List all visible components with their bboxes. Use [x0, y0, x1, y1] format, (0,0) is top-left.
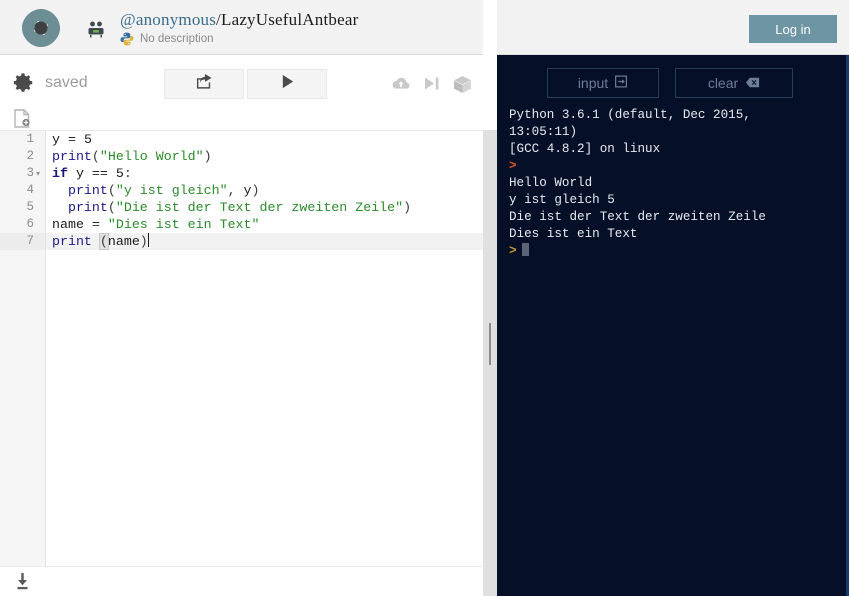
people-icon [86, 20, 106, 38]
console-prompt-symbol: > [509, 244, 517, 258]
share-button[interactable] [164, 69, 244, 99]
gutter-row: 4 [0, 182, 45, 199]
package-cube-icon[interactable] [453, 75, 472, 94]
step-next-icon[interactable] [423, 75, 441, 92]
line-number: 3 [26, 166, 34, 180]
line-number: 1 [26, 132, 34, 146]
code-line[interactable]: print (name) [46, 233, 483, 250]
code-line-text: name = "Dies ist ein Text" [52, 217, 260, 232]
line-number: 5 [26, 200, 34, 214]
code-line-text: if y == 5: [52, 166, 132, 181]
console-input-button[interactable]: input [547, 68, 659, 98]
console-line: y ist gleich 5 [509, 193, 615, 207]
fold-toggle-icon[interactable]: ▾ [36, 165, 44, 182]
code-editor-pane[interactable]: 1 2 3 ▾ 4 5 6 7 y = 5 print("Hello World") if y =… [0, 130, 483, 567]
resize-grip [489, 323, 491, 365]
splitter-top-filler [483, 0, 497, 130]
console-prompt-symbol: > [509, 159, 517, 173]
code-line-text: print("Die ist der Text der zweiten Zeil… [67, 200, 412, 215]
line-number: 7 [26, 234, 34, 248]
code-line-text: print("Hello World") [52, 149, 212, 164]
line-number: 2 [26, 149, 34, 163]
line-number: 6 [26, 217, 34, 231]
share-export-icon [195, 73, 214, 95]
console-input-label: input [577, 75, 609, 91]
run-button[interactable] [247, 69, 327, 99]
console-line: Python 3.6.1 (default, Dec 2015, [509, 108, 751, 122]
console-line: Dies ist ein Text [509, 227, 638, 241]
line-number: 4 [26, 183, 34, 197]
console-cursor [521, 243, 529, 256]
play-run-icon [280, 73, 295, 95]
pane-resize-handle[interactable] [483, 130, 497, 596]
console-line: 13:05:11) [509, 125, 578, 139]
gutter-row: 2 [0, 148, 45, 165]
gutter-row: 7 [0, 233, 45, 250]
project-description: No description [140, 33, 214, 45]
download-icon[interactable] [14, 572, 31, 590]
add-file-icon[interactable] [14, 109, 31, 128]
code-line[interactable]: print("Die ist der Text der zweiten Zeil… [46, 199, 483, 216]
code-line[interactable]: if y == 5: [46, 165, 483, 182]
project-description-row: No description [120, 32, 214, 46]
code-text-area[interactable]: y = 5 print("Hello World") if y == 5: prin… [46, 131, 483, 567]
python-icon [120, 32, 134, 46]
code-line-text: y = 5 [52, 132, 92, 147]
editor-footer [0, 566, 483, 596]
trinket-python-ide: @anonymous/LazyUsefulAntbear No descript… [0, 0, 849, 596]
project-breadcrumb: @anonymous/LazyUsefulAntbear [120, 10, 358, 30]
project-name[interactable]: LazyUsefulAntbear [221, 10, 358, 29]
console-output-pane[interactable]: input clear Python 3.6.1 (default, Dec 2… [497, 55, 849, 596]
console-line: Hello World [509, 176, 593, 190]
gutter-row: 6 [0, 216, 45, 233]
cloud-upload-icon[interactable] [391, 75, 411, 92]
line-number-gutter: 1 2 3 ▾ 4 5 6 7 [0, 131, 46, 567]
console-clear-label: clear [707, 75, 739, 91]
save-status-label: saved [45, 74, 88, 91]
code-line[interactable]: y = 5 [46, 131, 483, 148]
trinket-swirl-logo-icon[interactable] [20, 7, 62, 49]
gutter-row: 5 [0, 199, 45, 216]
code-line[interactable]: name = "Dies ist ein Text" [46, 216, 483, 233]
console-line: Die ist der Text der zweiten Zeile [509, 210, 766, 224]
gutter-row: 1 [0, 131, 45, 148]
code-line-text: print (name) [52, 233, 149, 250]
project-owner-link[interactable]: @anonymous [120, 10, 216, 29]
console-clear-button[interactable]: clear [675, 68, 793, 98]
console-line: > [509, 243, 839, 260]
input-arrow-icon [615, 75, 628, 91]
console-output-text: Python 3.6.1 (default, Dec 2015, 13:05:11… [509, 107, 839, 260]
console-line: [GCC 4.8.2] on linux [509, 142, 661, 156]
gear-icon[interactable] [12, 72, 34, 94]
backspace-icon [745, 75, 760, 91]
login-button[interactable]: Log in [749, 15, 837, 43]
console-line: > [509, 158, 839, 175]
top-header: @anonymous/LazyUsefulAntbear No descript… [0, 0, 849, 55]
gutter-row: 3 ▾ [0, 165, 45, 182]
code-line-text: print("y ist gleich", y) [67, 183, 260, 198]
code-line[interactable]: print("Hello World") [46, 148, 483, 165]
console-button-group: input clear [547, 68, 793, 98]
code-line[interactable]: print("y ist gleich", y) [46, 182, 483, 199]
